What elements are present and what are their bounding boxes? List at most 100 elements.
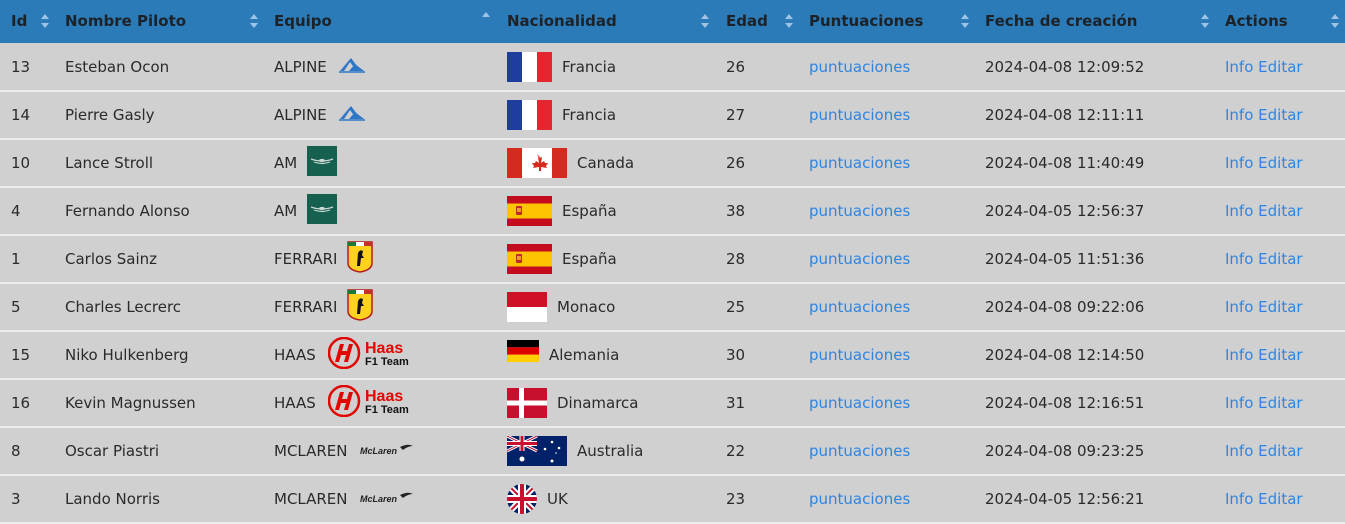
pilot-name: Lando Norris: [65, 490, 160, 508]
haas-logo: Haas F1 Team: [327, 336, 420, 373]
nationality: UK: [547, 490, 568, 508]
cell-id: 8: [0, 427, 54, 475]
pilot-age: 22: [726, 442, 746, 460]
editar-link[interactable]: Editar: [1258, 298, 1302, 316]
col-header-edad[interactable]: Edad: [715, 0, 798, 43]
cell-equipo: AM: [263, 187, 496, 235]
puntuaciones-link[interactable]: puntuaciones: [809, 250, 910, 268]
cell-id: 4: [0, 187, 54, 235]
nationality: Canada: [577, 154, 635, 172]
info-link[interactable]: Info: [1225, 58, 1253, 76]
info-link[interactable]: Info: [1225, 394, 1253, 412]
info-link[interactable]: Info: [1225, 250, 1253, 268]
editar-link[interactable]: Editar: [1258, 154, 1302, 172]
puntuaciones-link[interactable]: puntuaciones: [809, 202, 910, 220]
alpine-logo: [337, 54, 367, 80]
pilot-age: 28: [726, 250, 746, 268]
table-row: 3 Lando Norris MCLAREN McLaren UK 23 puntuacio…: [0, 475, 1345, 523]
editar-link[interactable]: Editar: [1258, 58, 1302, 76]
cell-equipo: ALPINE: [263, 91, 496, 139]
puntuaciones-link[interactable]: puntuaciones: [809, 58, 910, 76]
col-header-fecha[interactable]: Fecha de creación: [974, 0, 1214, 43]
editar-link[interactable]: Editar: [1258, 394, 1302, 412]
monaco-flag: [507, 292, 547, 322]
pilot-id: 8: [11, 442, 21, 460]
editar-link[interactable]: Editar: [1258, 250, 1302, 268]
team-name: ALPINE: [274, 57, 327, 76]
editar-link[interactable]: Editar: [1258, 442, 1302, 460]
editar-link[interactable]: Editar: [1258, 346, 1302, 364]
editar-link[interactable]: Editar: [1258, 202, 1302, 220]
cell-equipo: FERRARI: [263, 235, 496, 283]
alpine-logo: [337, 102, 367, 128]
puntuaciones-link[interactable]: puntuaciones: [809, 442, 910, 460]
table-row: 8 Oscar Piastri MCLAREN McLaren Australia 22 p…: [0, 427, 1345, 475]
team-name: MCLAREN: [274, 442, 348, 460]
col-header-nacionalidad[interactable]: Nacionalidad: [496, 0, 715, 43]
editar-link[interactable]: Editar: [1258, 490, 1302, 508]
col-header-actions[interactable]: Actions: [1214, 0, 1345, 43]
cell-actions: Info Editar: [1214, 427, 1345, 475]
info-link[interactable]: Info: [1225, 442, 1253, 460]
cell-actions: Info Editar: [1214, 139, 1345, 187]
info-link[interactable]: Info: [1225, 106, 1253, 124]
col-header-piloto[interactable]: Nombre Piloto: [54, 0, 263, 43]
pilot-name: Pierre Gasly: [65, 106, 155, 124]
editar-link[interactable]: Editar: [1258, 106, 1302, 124]
team-name: MCLAREN: [274, 490, 348, 508]
pilot-id: 1: [11, 250, 21, 268]
info-link[interactable]: Info: [1225, 346, 1253, 364]
spain-flag: [507, 244, 552, 274]
pilot-id: 3: [11, 490, 21, 508]
puntuaciones-link[interactable]: puntuaciones: [809, 106, 910, 124]
pilot-age: 38: [726, 202, 746, 220]
ferrari-logo: [347, 241, 374, 277]
france-flag: [507, 51, 552, 82]
svg-text:Haas: Haas: [365, 388, 403, 405]
puntuaciones-link[interactable]: puntuaciones: [809, 490, 910, 508]
col-header-equipo[interactable]: Equipo: [263, 0, 496, 43]
cell-edad: 22: [715, 427, 798, 475]
cell-fecha: 2024-04-05 12:56:37: [974, 187, 1214, 235]
canada-flag: [507, 148, 567, 178]
pilot-age: 30: [726, 346, 746, 364]
cell-nacionalidad: Alemania: [496, 331, 715, 379]
cell-nombre: Oscar Piastri: [54, 427, 263, 475]
mclaren-logo: McLaren: [360, 490, 414, 508]
table-row: 13 Esteban Ocon ALPINE Francia 26 puntuacione…: [0, 43, 1345, 91]
cell-puntuaciones: puntuaciones: [798, 187, 974, 235]
puntuaciones-link[interactable]: puntuaciones: [809, 154, 910, 172]
pilot-id: 10: [11, 154, 31, 172]
mclaren-logo: McLaren: [360, 442, 414, 460]
info-link[interactable]: Info: [1225, 490, 1253, 508]
info-link[interactable]: Info: [1225, 298, 1253, 316]
pilot-name: Fernando Alonso: [65, 202, 190, 220]
cell-nacionalidad: Francia: [496, 43, 715, 91]
sort-icon: [961, 14, 969, 28]
pilot-age: 23: [726, 490, 746, 508]
nationality: Alemania: [549, 346, 620, 364]
cell-actions: Info Editar: [1214, 43, 1345, 91]
denmark-flag: [507, 388, 547, 418]
created-date: 2024-04-08 12:16:51: [985, 394, 1145, 412]
table-row: 15 Niko Hulkenberg HAAS Haas F1 Team Alemania…: [0, 331, 1345, 379]
team-name: AM: [274, 154, 298, 172]
cell-actions: Info Editar: [1214, 187, 1345, 235]
puntuaciones-link[interactable]: puntuaciones: [809, 298, 910, 316]
sort-icon: [1201, 14, 1209, 28]
puntuaciones-link[interactable]: puntuaciones: [809, 394, 910, 412]
cell-actions: Info Editar: [1214, 91, 1345, 139]
table-row: 5 Charles Lecrerc FERRARI Monaco 25 puntuacio…: [0, 283, 1345, 331]
cell-actions: Info Editar: [1214, 235, 1345, 283]
cell-fecha: 2024-04-08 12:14:50: [974, 331, 1214, 379]
team-name: ALPINE: [274, 106, 327, 124]
pilot-id: 14: [11, 106, 31, 124]
puntuaciones-link[interactable]: puntuaciones: [809, 346, 910, 364]
info-link[interactable]: Info: [1225, 154, 1253, 172]
col-header-puntuaciones[interactable]: Puntuaciones: [798, 0, 974, 43]
info-link[interactable]: Info: [1225, 202, 1253, 220]
col-header-id[interactable]: Id: [0, 0, 54, 43]
cell-fecha: 2024-04-08 09:23:25: [974, 427, 1214, 475]
sort-icon: [785, 14, 793, 28]
cell-fecha: 2024-04-05 11:51:36: [974, 235, 1214, 283]
